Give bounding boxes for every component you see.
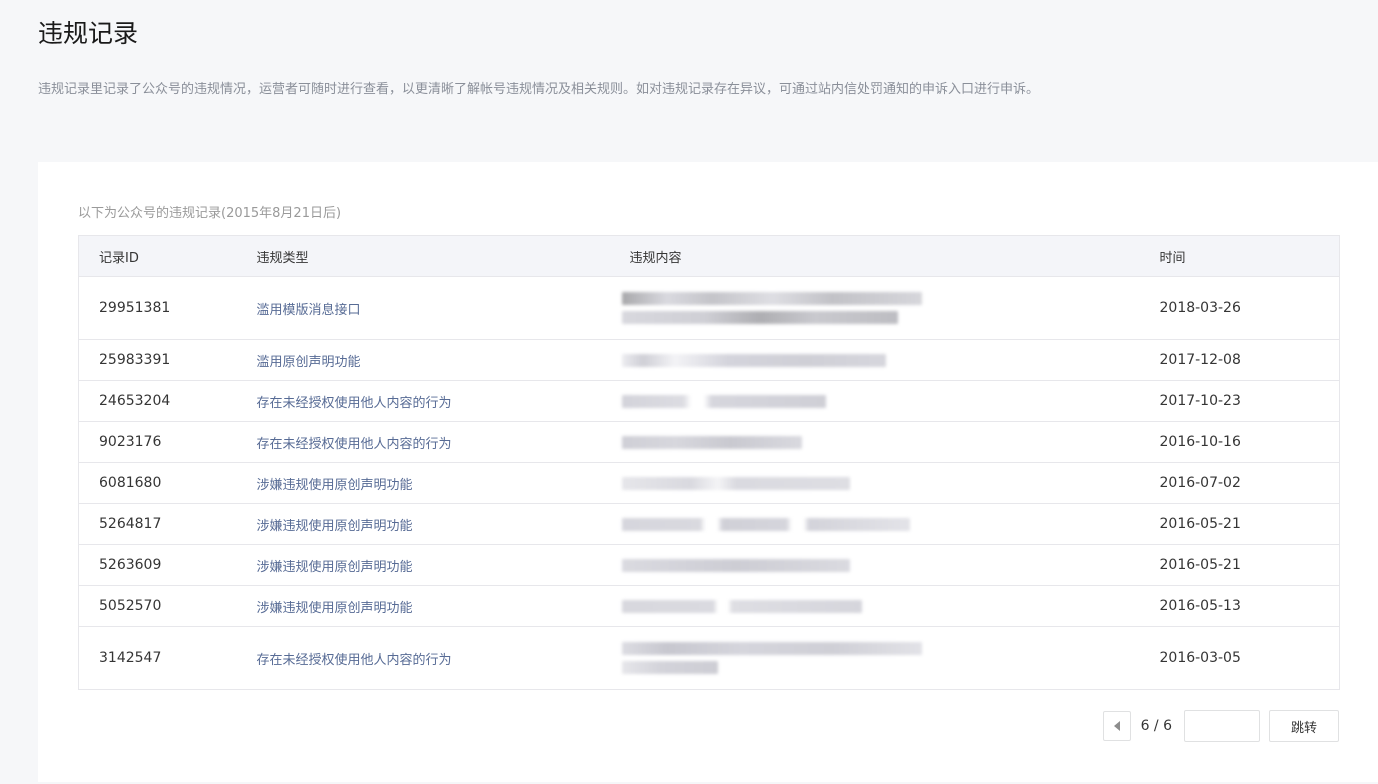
violation-content-redacted [609, 276, 1140, 340]
record-id: 6081680 [78, 462, 237, 504]
violation-type-link[interactable]: 涉嫌违规使用原创声明功能 [236, 585, 610, 627]
pagination: 6 / 6 跳转 [1102, 710, 1339, 742]
record-time: 2017-10-23 [1139, 380, 1340, 422]
violation-content-redacted [609, 380, 1140, 422]
record-time: 2016-05-21 [1139, 503, 1340, 545]
record-id: 5263609 [78, 544, 237, 586]
violation-content-redacted [609, 626, 1140, 690]
record-time: 2016-05-13 [1139, 585, 1340, 627]
table-row: 5264817 涉嫌违规使用原创声明功能 2016-05-21 [78, 503, 1340, 545]
violation-type-link[interactable]: 存在未经授权使用他人内容的行为 [236, 421, 610, 463]
table-row: 29951381 滥用模版消息接口 2018-03-26 [78, 276, 1340, 340]
previous-page-button[interactable] [1102, 711, 1131, 741]
header-violation-type: 违规类型 [236, 235, 610, 277]
record-id: 5264817 [78, 503, 237, 545]
record-time: 2016-07-02 [1139, 462, 1340, 504]
table-header-row: 记录ID 违规类型 违规内容 时间 [78, 235, 1340, 277]
record-time: 2016-05-21 [1139, 544, 1340, 586]
violation-type-link[interactable]: 存在未经授权使用他人内容的行为 [236, 626, 610, 690]
table-caption: 以下为公众号的违规记录(2015年8月21日后) [78, 206, 342, 221]
table-row: 24653204 存在未经授权使用他人内容的行为 2017-10-23 [78, 380, 1340, 422]
record-id: 24653204 [78, 380, 237, 422]
records-card: 以下为公众号的违规记录(2015年8月21日后) 记录ID 违规类型 违规内容 … [38, 162, 1378, 782]
record-id: 5052570 [78, 585, 237, 627]
violation-type-link[interactable]: 涉嫌违规使用原创声明功能 [236, 544, 610, 586]
page-description: 违规记录里记录了公众号的违规情况，运营者可随时进行查看，以更清晰了解帐号违规情况… [38, 82, 1040, 97]
table-row: 25983391 滥用原创声明功能 2017-12-08 [78, 339, 1340, 381]
page-count: 6 / 6 [1140, 718, 1172, 734]
record-id: 3142547 [78, 626, 237, 690]
record-id: 29951381 [78, 276, 237, 340]
violation-type-link[interactable]: 滥用模版消息接口 [236, 276, 610, 340]
jump-button[interactable]: 跳转 [1269, 710, 1339, 742]
header-record-id: 记录ID [78, 235, 237, 277]
violation-content-redacted [609, 339, 1140, 381]
page-number-input[interactable] [1184, 710, 1260, 742]
table-row: 5263609 涉嫌违规使用原创声明功能 2016-05-21 [78, 544, 1340, 586]
table-row: 6081680 涉嫌违规使用原创声明功能 2016-07-02 [78, 462, 1340, 504]
violation-content-redacted [609, 421, 1140, 463]
violation-type-link[interactable]: 滥用原创声明功能 [236, 339, 610, 381]
record-time: 2018-03-26 [1139, 276, 1340, 340]
header-violation-content: 违规内容 [609, 235, 1140, 277]
record-time: 2016-10-16 [1139, 421, 1340, 463]
record-id: 25983391 [78, 339, 237, 381]
violation-content-redacted [609, 585, 1140, 627]
record-time: 2016-03-05 [1139, 626, 1340, 690]
record-id: 9023176 [78, 421, 237, 463]
record-time: 2017-12-08 [1139, 339, 1340, 381]
violation-type-link[interactable]: 涉嫌违规使用原创声明功能 [236, 462, 610, 504]
violation-type-link[interactable]: 存在未经授权使用他人内容的行为 [236, 380, 610, 422]
page-title: 违规记录 [38, 19, 139, 48]
violation-content-redacted [609, 503, 1140, 545]
table-row: 5052570 涉嫌违规使用原创声明功能 2016-05-13 [78, 585, 1340, 627]
table-row: 3142547 存在未经授权使用他人内容的行为 2016-03-05 [78, 626, 1340, 690]
triangle-left-icon [1113, 721, 1120, 731]
header-time: 时间 [1139, 235, 1340, 277]
violation-content-redacted [609, 544, 1140, 586]
violation-content-redacted [609, 462, 1140, 504]
violation-records-table: 记录ID 违规类型 违规内容 时间 29951381 滥用模版消息接口 2018… [78, 235, 1340, 690]
table-row: 9023176 存在未经授权使用他人内容的行为 2016-10-16 [78, 421, 1340, 463]
violation-type-link[interactable]: 涉嫌违规使用原创声明功能 [236, 503, 610, 545]
